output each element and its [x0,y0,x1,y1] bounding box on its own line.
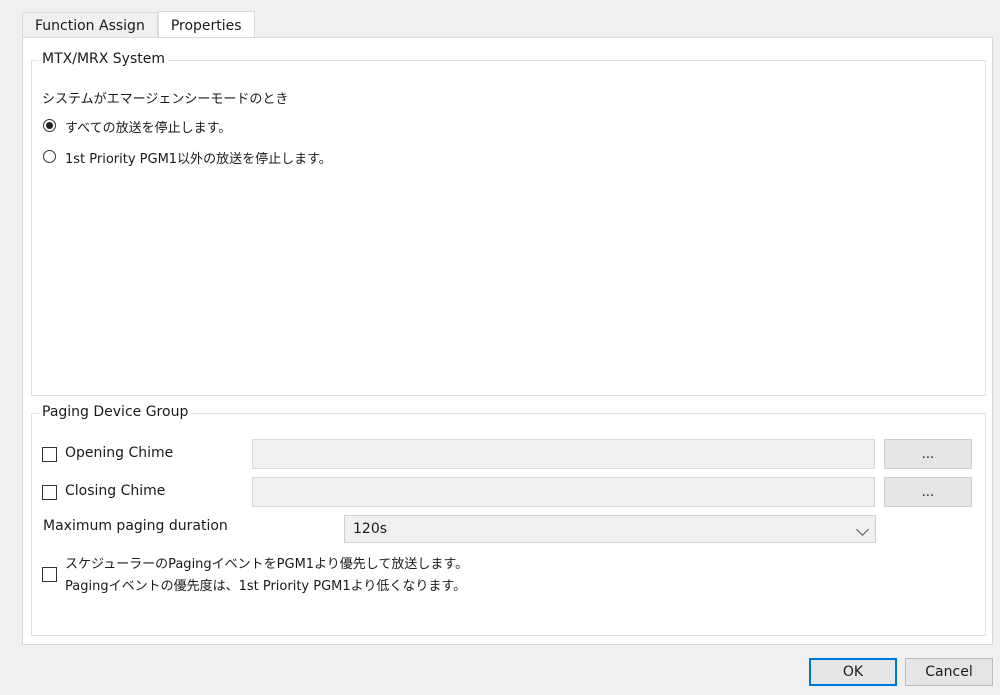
scheduler-priority-checkbox[interactable] [42,567,57,582]
radio-stop-all[interactable] [43,119,56,132]
ok-button[interactable]: OK [809,658,897,686]
closing-chime-checkbox[interactable] [42,485,57,500]
opening-chime-field[interactable] [252,439,875,469]
tab-properties[interactable]: Properties [157,11,255,39]
max-paging-duration-value: 120s [353,521,388,537]
chevron-down-icon [856,523,869,536]
mtx-system-group: MTX/MRX System システムがエマージェンシーモードのとき すべての放… [31,51,986,396]
opening-chime-label[interactable]: Opening Chime [65,445,173,461]
radio-stop-except-pgm1[interactable] [43,150,56,163]
tab-bar: Function Assign Properties [22,10,255,39]
radio-stop-all-label[interactable]: すべての放送を停止します。 [65,117,231,136]
cancel-button[interactable]: Cancel [905,658,993,686]
paging-device-title: Paging Device Group [39,404,192,420]
max-paging-duration-label: Maximum paging duration [43,518,228,534]
tab-function-assign[interactable]: Function Assign [22,12,158,38]
radio-stop-except-pgm1-label[interactable]: 1st Priority PGM1以外の放送を停止します。 [65,148,332,167]
scheduler-priority-line2[interactable]: Pagingイベントの優先度は、1st Priority PGM1より低くなりま… [65,575,466,594]
closing-chime-browse-button[interactable]: ... [884,477,972,507]
scheduler-priority-line1[interactable]: スケジューラーのPagingイベントをPGM1より優先して放送します。 [65,553,468,572]
properties-panel: MTX/MRX System システムがエマージェンシーモードのとき すべての放… [22,37,993,645]
opening-chime-checkbox[interactable] [42,447,57,462]
max-paging-duration-select[interactable]: 120s [344,515,876,543]
paging-device-group: Paging Device Group Opening Chime ... Cl… [31,404,986,636]
closing-chime-field[interactable] [252,477,875,507]
closing-chime-label[interactable]: Closing Chime [65,483,165,499]
opening-chime-browse-button[interactable]: ... [884,439,972,469]
emergency-mode-prompt: システムがエマージェンシーモードのとき [42,92,289,107]
mtx-system-title: MTX/MRX System [39,51,168,67]
